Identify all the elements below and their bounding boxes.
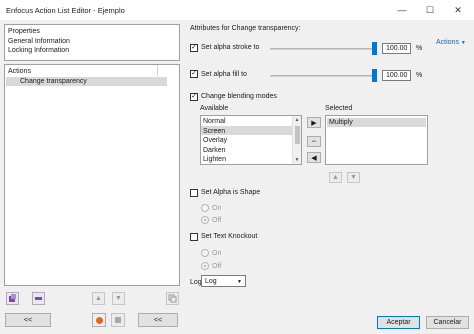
fill-label: Set alpha fill to [201, 71, 247, 78]
accept-button[interactable]: Aceptar [377, 316, 420, 329]
selected-label: Selected [325, 105, 353, 112]
move-down-button[interactable]: ▼ [112, 292, 125, 305]
fill-slider-track[interactable] [270, 75, 377, 77]
scroll-thumb[interactable] [295, 126, 300, 144]
blend-label: Change blending modes [201, 93, 277, 100]
remove-action-button[interactable] [32, 292, 45, 305]
actions-menu-link[interactable]: Actions ▼ [436, 39, 466, 46]
column-divider [157, 65, 158, 76]
alpha-shape-on-label: On [212, 205, 222, 212]
stroke-slider-thumb[interactable] [372, 42, 377, 55]
stroke-unit: % [416, 45, 423, 52]
selected-down-button[interactable]: ▼ [347, 172, 360, 183]
actions-panel: Actions Change transparency [4, 64, 180, 286]
selected-item-multiply[interactable]: Multiply [329, 119, 353, 126]
knockout-checkbox[interactable] [190, 233, 198, 241]
add-action-icon [9, 294, 16, 302]
arrow-down-icon: ▼ [115, 295, 122, 302]
cancel-button[interactable]: Cancelar [426, 316, 469, 329]
minimize-icon: — [397, 5, 407, 15]
arrow-up-icon: ▲ [332, 174, 339, 181]
maximize-icon: ☐ [425, 4, 435, 15]
arrow-right-icon: ▶ [311, 119, 317, 127]
minimize-button[interactable]: — [388, 0, 416, 20]
available-item-normal[interactable]: Normal [203, 118, 226, 125]
add-action-button[interactable] [6, 292, 19, 305]
collapse-left-label: << [23, 316, 33, 324]
move-to-available-button[interactable]: ◀ [307, 152, 321, 163]
available-item-screen[interactable]: Screen [203, 128, 225, 135]
duplicate-icon [168, 294, 177, 303]
scroll-up-icon[interactable]: ▲ [293, 116, 301, 124]
available-item-lighten[interactable]: Lighten [203, 156, 226, 163]
knockout-off-radio[interactable] [201, 262, 209, 270]
alpha-shape-checkbox[interactable] [190, 189, 198, 197]
fill-unit: % [416, 72, 423, 79]
available-item-darken[interactable]: Darken [203, 147, 226, 154]
fill-value-input[interactable]: 100.00 [382, 70, 411, 81]
swap-icon: ⇔ [310, 138, 318, 145]
alpha-shape-label: Set Alpha is Shape [201, 189, 261, 196]
selected-up-button[interactable]: ▲ [329, 172, 342, 183]
stop-icon [115, 317, 121, 323]
duplicate-button[interactable] [166, 292, 179, 305]
knockout-on-radio[interactable] [201, 249, 209, 257]
stroke-value-input[interactable]: 100.00 [382, 43, 411, 54]
arrow-left-icon: ◀ [311, 154, 317, 162]
stroke-label: Set alpha stroke to [201, 44, 260, 51]
cancel-label: Cancelar [433, 319, 462, 326]
stroke-slider-track[interactable] [270, 48, 377, 50]
action-item-change-transparency[interactable]: Change transparency [20, 78, 87, 85]
blend-checkbox[interactable]: ✓ [190, 93, 198, 101]
scroll-down-icon[interactable]: ▼ [293, 156, 301, 164]
collapse-left-button[interactable]: << [5, 313, 51, 327]
properties-item-general[interactable]: General Information [8, 38, 70, 45]
accept-label: Aceptar [386, 319, 411, 326]
properties-panel: Properties General Information Locking I… [4, 24, 180, 61]
chevron-down-icon: ▼ [237, 279, 242, 285]
close-button[interactable]: ✕ [444, 0, 472, 20]
log-label: Log [190, 279, 202, 286]
properties-header: Properties [8, 28, 40, 35]
arrow-down-icon: ▼ [350, 174, 357, 181]
collapse-right-label: << [153, 316, 163, 324]
remove-action-icon [35, 297, 42, 300]
arrow-up-icon: ▲ [95, 295, 102, 302]
knockout-off-label: Off [212, 263, 222, 270]
log-select-value: Log [205, 278, 217, 285]
available-scrollbar[interactable]: ▲ ▼ [292, 116, 301, 164]
title-bar: Enfocus Action List Editor - Ejemplo — ☐… [0, 0, 474, 20]
knockout-label: Set Text Knockout [201, 233, 258, 240]
alpha-shape-off-radio[interactable] [201, 216, 209, 224]
stroke-checkbox[interactable]: ✓ [190, 44, 198, 52]
alpha-shape-on-radio[interactable] [201, 204, 209, 212]
stop-button[interactable] [111, 313, 125, 327]
actions-header: Actions [8, 68, 31, 75]
move-to-selected-button[interactable]: ▶ [307, 117, 321, 128]
available-label: Available [200, 105, 229, 112]
selected-list[interactable]: Multiply [325, 115, 428, 165]
close-icon: ✕ [454, 4, 462, 15]
swap-button[interactable]: ⇔ [307, 136, 321, 147]
chevron-down-icon: ▼ [460, 40, 466, 46]
maximize-button[interactable]: ☐ [416, 0, 444, 20]
alpha-shape-off-label: Off [212, 217, 222, 224]
fill-slider-thumb[interactable] [372, 69, 377, 82]
move-up-button[interactable]: ▲ [92, 292, 105, 305]
knockout-on-label: On [212, 250, 222, 257]
actions-menu-label: Actions [436, 39, 459, 46]
available-item-overlay[interactable]: Overlay [203, 137, 227, 144]
collapse-right-button[interactable]: << [138, 313, 178, 327]
properties-item-locking[interactable]: Locking Information [8, 47, 69, 54]
log-select[interactable]: Log ▼ [201, 275, 246, 287]
attributes-heading: Attributes for Change transparency: [190, 25, 301, 32]
record-button[interactable] [92, 313, 106, 327]
window-title: Enfocus Action List Editor - Ejemplo [6, 6, 125, 15]
record-icon [95, 316, 103, 324]
available-list[interactable]: Normal Screen Overlay Darken Lighten ▲ ▼ [200, 115, 302, 165]
fill-checkbox[interactable]: ✓ [190, 70, 198, 78]
